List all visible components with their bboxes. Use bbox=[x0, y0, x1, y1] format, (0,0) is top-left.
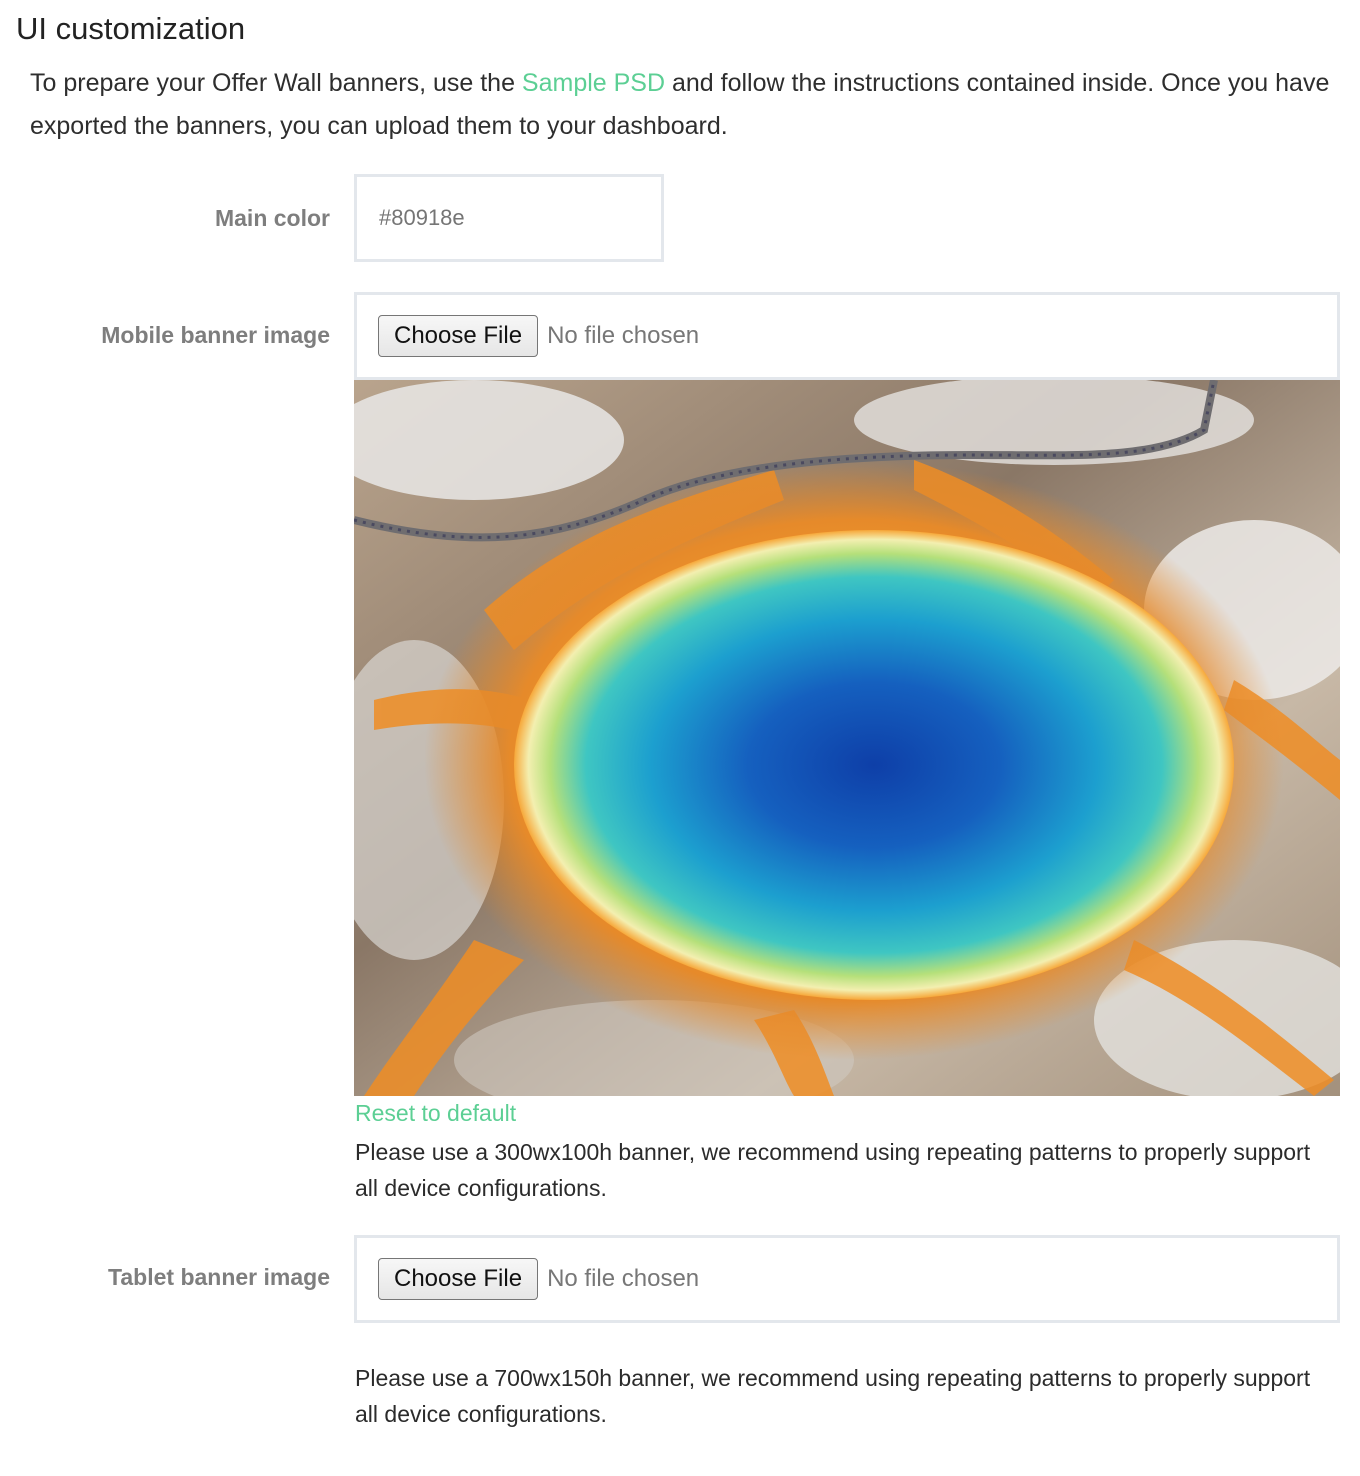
section-title: UI customization bbox=[16, 11, 246, 46]
tablet-banner-label: Tablet banner image bbox=[108, 1264, 330, 1290]
mobile-banner-label: Mobile banner image bbox=[101, 322, 330, 348]
main-color-label: Main color bbox=[214, 205, 330, 231]
mobile-reset-to-default-link[interactable]: Reset to default bbox=[355, 1100, 516, 1127]
sample-psd-link[interactable]: Sample PSD bbox=[522, 69, 665, 97]
tablet-banner-file-input[interactable]: Choose File No file chosen bbox=[354, 1235, 1340, 1323]
mobile-choose-file-button[interactable]: Choose File bbox=[378, 315, 539, 357]
mobile-banner-help-text: Please use a 300wx100h banner, we recomm… bbox=[355, 1139, 1311, 1201]
intro-text-before: To prepare your Offer Wall banners, use … bbox=[30, 69, 522, 97]
tablet-choose-file-button[interactable]: Choose File bbox=[378, 1258, 539, 1300]
mobile-banner-file-input[interactable]: Choose File No file chosen bbox=[354, 292, 1340, 380]
tablet-no-file-text: No file chosen bbox=[547, 1265, 700, 1292]
tablet-banner-help-text: Please use a 700wx150h banner, we recomm… bbox=[355, 1365, 1311, 1427]
mobile-banner-preview-image bbox=[354, 380, 1340, 1096]
mobile-no-file-text: No file chosen bbox=[547, 322, 700, 349]
intro-text: To prepare your Offer Wall banners, use … bbox=[30, 62, 1330, 148]
main-color-input[interactable] bbox=[354, 174, 664, 262]
